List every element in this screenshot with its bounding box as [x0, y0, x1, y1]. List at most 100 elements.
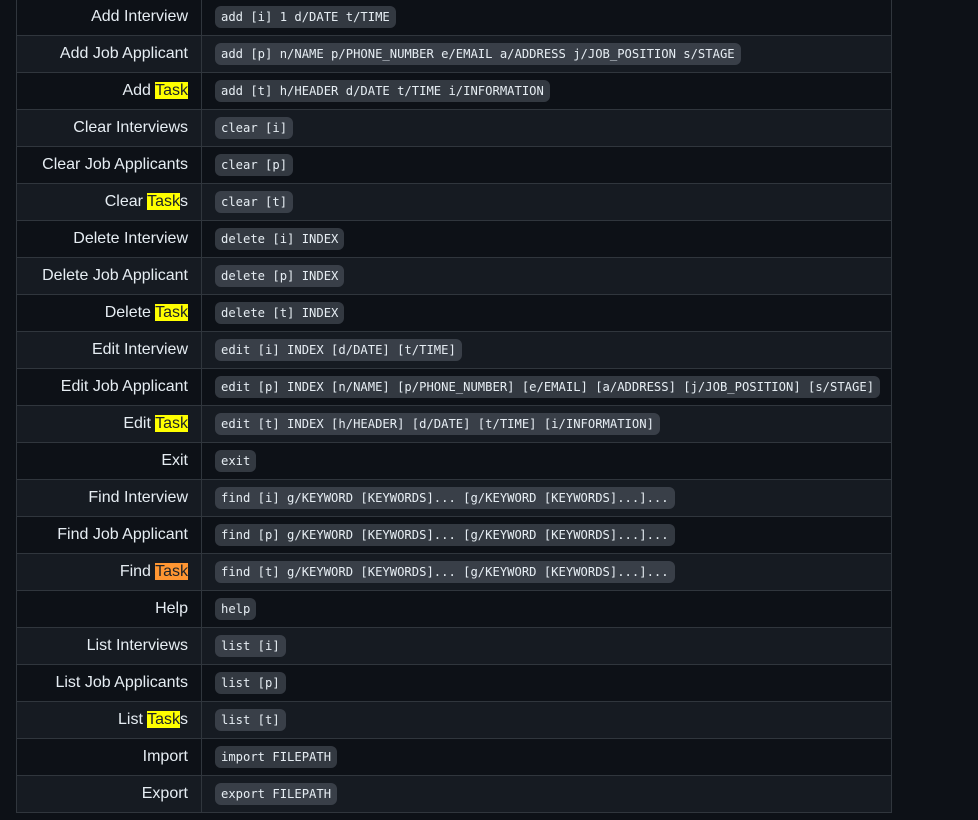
command-cell: Delete Task: [16, 294, 202, 332]
command-text: Add Interview: [91, 8, 188, 25]
command-text: Find Job Applicant: [57, 526, 188, 543]
format-code: add [p] n/NAME p/PHONE_NUMBER e/EMAIL a/…: [215, 43, 741, 65]
format-cell: clear [i]: [201, 109, 892, 147]
format-code: clear [t]: [215, 191, 294, 213]
table-row: Delete Interview delete [i] INDEX: [16, 220, 892, 258]
format-cell: find [i] g/KEYWORD [KEYWORDS]... [g/KEYW…: [201, 479, 892, 517]
command-text: Add: [122, 82, 156, 99]
command-cell: Find Task: [16, 553, 202, 591]
table-row: Edit Job Applicant edit [p] INDEX [n/NAME…: [16, 368, 892, 406]
command-text: Delete Interview: [73, 230, 188, 247]
table-row: Add Interview add [i] 1 d/DATE t/TIME: [16, 0, 892, 36]
command-text-suffix: s: [180, 711, 188, 728]
command-text: Edit: [123, 415, 156, 432]
format-code: edit [p] INDEX [n/NAME] [p/PHONE_NUMBER]…: [215, 376, 881, 398]
table-row: Find Job Applicant find [p] g/KEYWORD [KE…: [16, 516, 892, 554]
table-row: Find Interview find [i] g/KEYWORD [KEYWOR…: [16, 479, 892, 517]
table-row: Clear Interviews clear [i]: [16, 109, 892, 147]
format-code: clear [p]: [215, 154, 294, 176]
table-row: Add Task add [t] h/HEADER d/DATE t/TIME i…: [16, 72, 892, 110]
format-cell: list [i]: [201, 627, 892, 665]
command-text: Edit Job Applicant: [60, 378, 188, 395]
active-search-highlight: Task: [155, 563, 188, 580]
command-cell: Find Job Applicant: [16, 516, 202, 554]
command-cell: Clear Interviews: [16, 109, 202, 147]
command-cell: Edit Task: [16, 405, 202, 443]
command-text: List: [118, 711, 148, 728]
command-cell: Delete Job Applicant: [16, 257, 202, 295]
format-code: find [p] g/KEYWORD [KEYWORDS]... [g/KEYW…: [215, 524, 675, 546]
format-cell: exit: [201, 442, 892, 480]
format-code: exit: [215, 450, 257, 472]
command-text: Export: [141, 785, 188, 802]
table-row: Delete Task delete [t] INDEX: [16, 294, 892, 332]
table-row: Clear Tasks clear [t]: [16, 183, 892, 221]
format-cell: list [t]: [201, 701, 892, 739]
table-row: Edit Interview edit [i] INDEX [d/DATE] [t…: [16, 331, 892, 369]
command-text: Clear Job Applicants: [42, 156, 188, 173]
format-cell: list [p]: [201, 664, 892, 702]
format-cell: delete [i] INDEX: [201, 220, 892, 258]
command-cell: Exit: [16, 442, 202, 480]
format-code: find [i] g/KEYWORD [KEYWORDS]... [g/KEYW…: [215, 487, 675, 509]
format-cell: clear [t]: [201, 183, 892, 221]
format-code: list [i]: [215, 635, 286, 657]
table-body: Add Interview add [i] 1 d/DATE t/TIME Add …: [16, 0, 892, 813]
format-cell: clear [p]: [201, 146, 892, 184]
command-cell: Clear Job Applicants: [16, 146, 202, 184]
format-code: import FILEPATH: [215, 746, 338, 768]
format-cell: edit [t] INDEX [h/HEADER] [d/DATE] [t/TI…: [201, 405, 892, 443]
command-text: Find Interview: [88, 489, 188, 506]
table-row: Find Task find [t] g/KEYWORD [KEYWORDS]..…: [16, 553, 892, 591]
format-code: find [t] g/KEYWORD [KEYWORDS]... [g/KEYW…: [215, 561, 675, 583]
format-code: export FILEPATH: [215, 783, 338, 805]
command-cell: Clear Tasks: [16, 183, 202, 221]
command-cell: Add Interview: [16, 0, 202, 36]
command-cell: List Tasks: [16, 701, 202, 739]
format-code: add [t] h/HEADER d/DATE t/TIME i/INFORMA…: [215, 80, 550, 102]
format-cell: delete [t] INDEX: [201, 294, 892, 332]
table-row: Exit exit: [16, 442, 892, 480]
table-row: Clear Job Applicants clear [p]: [16, 146, 892, 184]
command-cell: Help: [16, 590, 202, 628]
format-code: list [t]: [215, 709, 286, 731]
command-text: Delete Job Applicant: [42, 267, 188, 284]
search-highlight: Task: [155, 82, 188, 99]
command-cell: Export: [16, 775, 202, 813]
command-text: Clear: [104, 193, 148, 210]
command-summary-table: Add Interview add [i] 1 d/DATE t/TIME Add …: [16, 0, 892, 813]
command-text: Import: [142, 748, 188, 765]
format-cell: help: [201, 590, 892, 628]
command-text-suffix: s: [180, 193, 188, 210]
command-cell: Edit Job Applicant: [16, 368, 202, 406]
command-cell: Edit Interview: [16, 331, 202, 369]
format-cell: edit [p] INDEX [n/NAME] [p/PHONE_NUMBER]…: [201, 368, 892, 406]
command-text: Exit: [161, 452, 188, 469]
command-text: Clear Interviews: [73, 119, 188, 136]
format-code: add [i] 1 d/DATE t/TIME: [215, 6, 396, 28]
format-cell: delete [p] INDEX: [201, 257, 892, 295]
command-text: List Job Applicants: [55, 674, 188, 691]
format-cell: export FILEPATH: [201, 775, 892, 813]
format-code: delete [i] INDEX: [215, 228, 345, 250]
command-text: Find: [119, 563, 156, 580]
format-cell: add [i] 1 d/DATE t/TIME: [201, 0, 892, 36]
command-cell: List Interviews: [16, 627, 202, 665]
format-code: help: [215, 598, 257, 620]
table-row: Delete Job Applicant delete [p] INDEX: [16, 257, 892, 295]
format-code: edit [t] INDEX [h/HEADER] [d/DATE] [t/TI…: [215, 413, 660, 435]
table-row: Export export FILEPATH: [16, 775, 892, 813]
command-text: Delete: [104, 304, 156, 321]
format-cell: add [p] n/NAME p/PHONE_NUMBER e/EMAIL a/…: [201, 35, 892, 73]
command-text: List Interviews: [86, 637, 188, 654]
table-row: List Job Applicants list [p]: [16, 664, 892, 702]
command-text: Edit Interview: [91, 341, 188, 358]
format-code: clear [i]: [215, 117, 294, 139]
format-cell: import FILEPATH: [201, 738, 892, 776]
format-code: list [p]: [215, 672, 286, 694]
table-row: List Tasks list [t]: [16, 701, 892, 739]
command-text: Help: [155, 600, 188, 617]
format-cell: edit [i] INDEX [d/DATE] [t/TIME]: [201, 331, 892, 369]
table-row: Help help: [16, 590, 892, 628]
command-cell: Import: [16, 738, 202, 776]
